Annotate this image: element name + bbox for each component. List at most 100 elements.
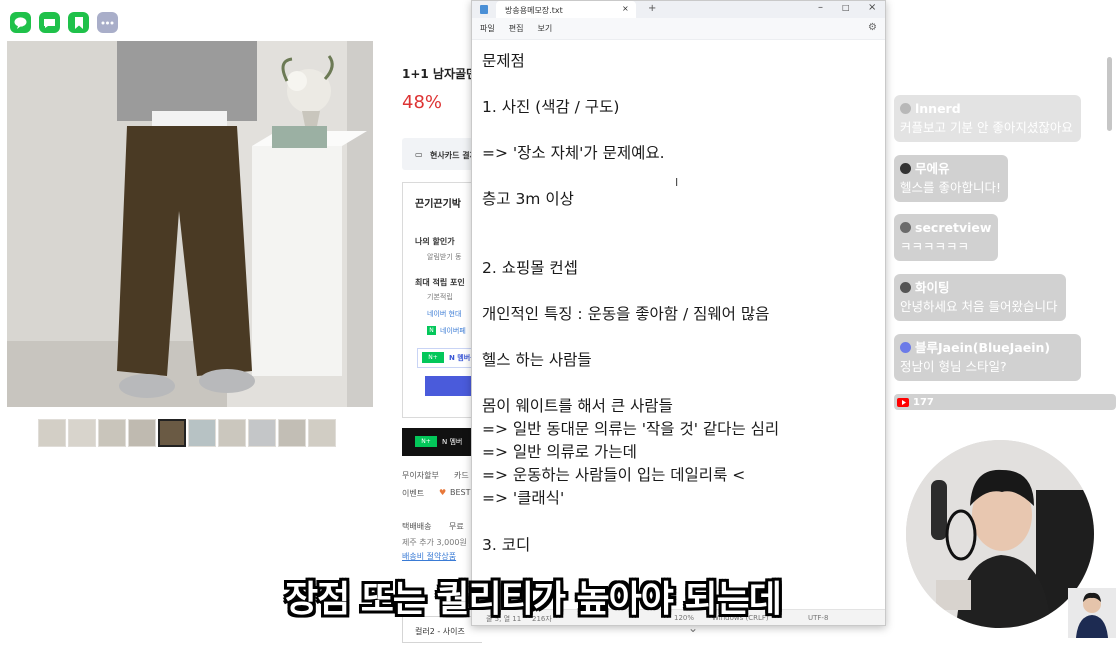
naver-n-icon: N <box>427 326 436 335</box>
card-icon: ▭ <box>415 150 423 159</box>
user-avatar-icon <box>900 342 911 354</box>
best-badge: BEST <box>450 488 471 497</box>
product-main-image[interactable] <box>7 41 373 407</box>
chat-username: secretview <box>915 220 992 235</box>
minimize-icon[interactable]: – <box>818 2 823 13</box>
thumbnail[interactable] <box>98 419 126 447</box>
more-icon[interactable] <box>97 12 118 33</box>
text-line: 개인적인 특징 : 운동을 좋아함 / 짐웨어 많음 <box>482 305 770 323</box>
thumbnail[interactable] <box>188 419 216 447</box>
chat-scrollbar[interactable] <box>1107 57 1112 131</box>
notepad-text-area[interactable]: 문제점 1. 사진 (색감 / 구도) => '장소 자체'가 문제예요. 층고… <box>472 40 885 610</box>
max-points-label: 최대 적립 포인 <box>415 278 465 287</box>
text-cursor-icon: I <box>675 176 679 189</box>
streamer-webcam <box>906 440 1094 628</box>
naver-pay-link[interactable]: 네이버페 <box>440 326 466 336</box>
encoding: UTF-8 <box>808 614 829 622</box>
product-thumbnail-strip <box>38 419 336 447</box>
close-icon[interactable]: × <box>868 2 876 13</box>
text-line: 층고 3m 이상 <box>482 190 574 208</box>
free-shipping: 무료 <box>449 522 464 531</box>
notepad-tab-title: 방송용메모장.txt <box>505 6 563 15</box>
naver-membership-icon: N+ <box>422 352 444 363</box>
thumbnail[interactable] <box>68 419 96 447</box>
notepad-titlebar: 방송용메모장.txt × + – □ × <box>472 1 885 18</box>
user-avatar-icon <box>900 282 911 294</box>
chat-username: 블루Jaein(BlueJaein) <box>915 340 1051 355</box>
screen: 1+1 남자골덴 48% ▭ 현사카드 결제 끈기끈기박 나의 할인가 알림받기… <box>0 0 1116 647</box>
channel-avatar <box>1068 588 1116 638</box>
menu-edit[interactable]: 편집 <box>509 23 524 34</box>
card-promo-text: 현사카드 결제 <box>430 151 477 160</box>
text-line: => 일반 의류로 가는데 <box>482 443 637 461</box>
thumbnail[interactable] <box>38 419 66 447</box>
text-line: 문제점 <box>482 52 525 70</box>
card-label: 카드 <box>454 471 469 480</box>
text-line: => '클래식' <box>482 489 565 507</box>
my-discount-label: 나의 할인가 <box>415 237 455 246</box>
chat-app-icon[interactable] <box>39 12 60 33</box>
shipping-saver-link[interactable]: 배송비 절약상품 <box>402 551 456 562</box>
chat-username: lnnerd <box>915 101 961 116</box>
notepad-menubar: 파일 편집 보기 ⚙ <box>472 18 885 40</box>
chat-username: 무에유 <box>915 161 950 176</box>
bookmark-app-icon[interactable] <box>68 12 89 33</box>
text-line: 1. 사진 (색감 / 구도) <box>482 98 620 116</box>
basic-points: 기본적립 <box>427 293 453 301</box>
alert-subscribe-text[interactable]: 알림받기 동 <box>427 252 461 262</box>
video-subtitle: 장점 또는 퀄리티가 높아야 되는데 <box>285 579 782 620</box>
heart-icon: ♥ <box>439 488 447 497</box>
tab-close-icon[interactable]: × <box>622 4 629 13</box>
maximize-icon[interactable]: □ <box>842 3 850 12</box>
color-size-select-label: 컬러2 - 사이즈 <box>415 627 465 636</box>
thumbnail[interactable] <box>218 419 246 447</box>
viewer-count: 177 <box>913 396 934 408</box>
text-line: 몸이 웨이트를 해서 큰 사람들 <box>482 397 673 415</box>
jeju-shipping: 제주 추가 3,000원 <box>402 538 467 547</box>
naver-pay-bar-icon: N+ <box>415 436 437 447</box>
product-title: 1+1 남자골덴 <box>402 67 478 81</box>
text-line: => '장소 자체'가 문제예요. <box>482 144 665 162</box>
user-avatar-icon <box>900 163 911 175</box>
thumbnail[interactable] <box>308 419 336 447</box>
thumbnail[interactable] <box>278 419 306 447</box>
product-info-panel: 1+1 남자골덴 48% ▭ 현사카드 결제 끈기끈기박 나의 할인가 알림받기… <box>402 60 482 647</box>
user-avatar-icon <box>900 103 911 115</box>
text-line: => 일반 동대문 의류는 '작을 것' 같다는 심리 <box>482 420 780 438</box>
delivery-label: 택배배송 <box>402 522 432 531</box>
chat-username: 화이팅 <box>915 280 950 295</box>
chat-text: 헬스를 좋아합니다! <box>900 180 1001 196</box>
naver-pay-bar-label: N 멤버 <box>442 438 463 446</box>
menu-file[interactable]: 파일 <box>480 23 495 34</box>
chat-message: secretview ㅋㅋㅋㅋㅋㅋ <box>894 214 998 261</box>
naver-hyundai-link[interactable]: 네이버 현대 <box>427 309 461 319</box>
user-avatar-icon <box>900 222 911 234</box>
browser-app-icons <box>10 12 118 33</box>
discount-rate: 48% <box>402 92 443 113</box>
text-line: 헬스 하는 사람들 <box>482 351 592 369</box>
youtube-icon <box>897 397 909 407</box>
line-app-icon[interactable] <box>10 12 31 33</box>
menu-view[interactable]: 보기 <box>537 23 552 34</box>
event-label: 이벤트 <box>402 489 425 498</box>
thumbnail-selected[interactable] <box>158 419 186 447</box>
chat-message: 무에유 헬스를 좋아합니다! <box>894 155 1008 202</box>
chat-message: lnnerd 커플보고 기분 안 좋아지셨잖아요 <box>894 95 1081 142</box>
chat-text: ㅋㅋㅋㅋㅋㅋ <box>900 239 970 255</box>
chat-message: 블루Jaein(BlueJaein) 정남이 형님 스타일? <box>894 334 1081 381</box>
settings-gear-icon[interactable]: ⚙ <box>868 22 877 33</box>
thumbnail[interactable] <box>128 419 156 447</box>
interest-free-label: 무이자할부 <box>402 471 439 480</box>
benefit-box-title: 끈기끈기박 <box>415 199 461 210</box>
new-tab-icon[interactable]: + <box>648 3 656 14</box>
notepad-window: 방송용메모장.txt × + – □ × 파일 편집 보기 ⚙ 문제점 1. 사… <box>471 0 886 626</box>
chat-message: 화이팅 안녕하세요 처음 들어왔습니다 <box>894 274 1066 321</box>
text-line: => 운동하는 사람들이 입는 데일리룩 < <box>482 466 746 484</box>
chat-text: 커플보고 기분 안 좋아지셨잖아요 <box>900 120 1073 136</box>
chat-text: 정남이 형님 스타일? <box>900 359 1007 375</box>
text-line: 2. 쇼핑몰 컨셉 <box>482 259 578 277</box>
thumbnail[interactable] <box>248 419 276 447</box>
text-line: 3. 코디 <box>482 536 531 554</box>
chat-text: 안녕하세요 처음 들어왔습니다 <box>900 299 1058 315</box>
notepad-app-icon <box>480 5 488 14</box>
